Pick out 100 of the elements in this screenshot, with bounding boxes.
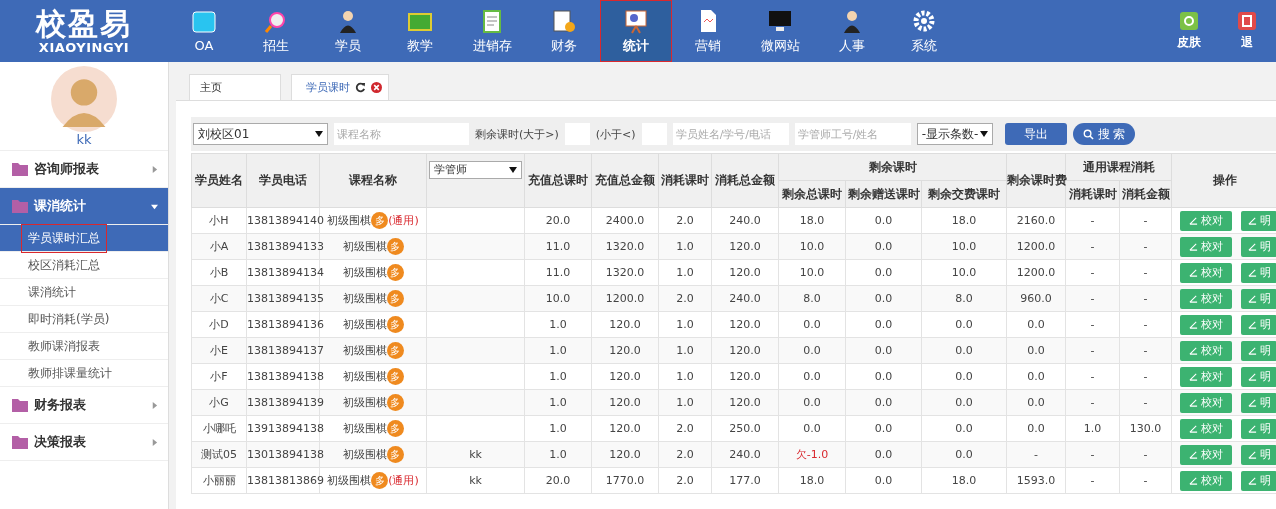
table-cell: 2.0	[658, 415, 712, 442]
gear-icon	[1179, 11, 1199, 31]
edit-icon	[1189, 320, 1198, 329]
action-button[interactable]: 明	[1241, 340, 1276, 361]
action-button[interactable]: 明	[1241, 314, 1276, 335]
edit-icon	[1247, 398, 1257, 407]
edit-icon	[1189, 424, 1198, 433]
table-cell: kk	[426, 441, 525, 468]
table-cell: 11.0	[524, 259, 592, 286]
sidebar-group[interactable]: 决策报表	[0, 424, 168, 461]
multi-badge: 多	[386, 238, 404, 255]
nav-item[interactable]: 微网站	[744, 0, 816, 62]
nav-item[interactable]: 进销存	[456, 0, 528, 62]
multi-badge: 多	[386, 368, 404, 385]
nav-item[interactable]: 招生	[240, 0, 312, 62]
edit-icon	[1189, 268, 1198, 277]
nav-item[interactable]: 人事	[816, 0, 888, 62]
search-icon	[1082, 128, 1094, 140]
table-cell: 20.0	[524, 467, 592, 494]
table-cell: 0.0	[1006, 415, 1066, 442]
edit-icon	[1189, 450, 1198, 459]
nav-item[interactable]: 教学	[384, 0, 456, 62]
nav-item[interactable]: 财务	[528, 0, 600, 62]
edit-icon	[1247, 346, 1257, 355]
action-button[interactable]: 校对	[1180, 340, 1232, 361]
table-cell: 2400.0	[591, 207, 659, 234]
course-name: 初级围棋	[342, 317, 387, 332]
nav-item[interactable]: OA	[168, 0, 240, 62]
action-button[interactable]: 明	[1241, 288, 1276, 309]
sidebar-item[interactable]: 课消统计	[0, 279, 168, 306]
close-icon[interactable]	[371, 82, 382, 93]
action-button[interactable]: 明	[1241, 470, 1276, 491]
action-button[interactable]: 明	[1241, 236, 1276, 257]
action-button[interactable]: 校对	[1180, 392, 1232, 413]
edit-icon	[1189, 294, 1198, 303]
sidebar-item[interactable]: 即时消耗(学员)	[0, 306, 168, 333]
course-name: 初级围棋	[342, 239, 387, 254]
action-button[interactable]: 明	[1241, 262, 1276, 283]
nav-item[interactable]: 统计	[600, 0, 672, 62]
nav-item[interactable]: 系统	[888, 0, 960, 62]
caret-icon	[151, 165, 158, 173]
column-header: 消耗课时	[658, 153, 712, 208]
action-button[interactable]: 明	[1241, 392, 1276, 413]
course-field[interactable]: 课程名称	[334, 123, 469, 145]
table-cell: 1.0	[658, 363, 712, 390]
action-button[interactable]: 校对	[1180, 470, 1232, 491]
action-button[interactable]: 校对	[1180, 210, 1232, 231]
column-header: 充值总课时	[524, 153, 592, 208]
table-cell: 1.0	[524, 415, 592, 442]
table-cell: 120.0	[711, 363, 779, 390]
nav-item[interactable]: 营销	[672, 0, 744, 62]
table-cell: kk	[426, 467, 525, 494]
course-name: 初级围棋	[342, 421, 387, 436]
edit-icon	[1247, 320, 1257, 329]
nav-item[interactable]: 退	[1218, 0, 1276, 62]
action-button[interactable]: 校对	[1180, 288, 1232, 309]
action-button[interactable]: 明	[1241, 210, 1276, 231]
nav-item[interactable]: 皮肤	[1160, 0, 1218, 62]
tab[interactable]: 主页	[189, 74, 281, 100]
action-button[interactable]: 明	[1241, 418, 1276, 439]
edit-icon	[1189, 398, 1198, 407]
multi-badge: 多	[386, 316, 404, 333]
action-button[interactable]: 明	[1241, 366, 1276, 387]
caret-icon	[151, 202, 158, 210]
nav-item[interactable]: 学员	[312, 0, 384, 62]
table-cell: -	[1065, 207, 1120, 234]
action-button[interactable]: 校对	[1180, 366, 1232, 387]
refresh-icon[interactable]	[355, 82, 366, 93]
table-cell: 0.0	[845, 285, 922, 312]
action-button[interactable]: 校对	[1180, 418, 1232, 439]
table-cell: 1200.0	[1006, 259, 1066, 286]
sidebar-item[interactable]: 学员课时汇总	[0, 225, 168, 252]
action-button[interactable]: 校对	[1180, 262, 1232, 283]
table-cell: 0.0	[845, 389, 922, 416]
table-cell: 18.0	[921, 207, 1007, 234]
edit-icon	[1247, 216, 1257, 225]
table-cell: 0.0	[845, 207, 922, 234]
general-tag: (通用)	[388, 473, 419, 488]
manager-field[interactable]: 学管师工号/姓名	[794, 123, 911, 145]
sidebar-group[interactable]: 课消统计	[0, 188, 168, 225]
table-cell: 1.0	[658, 311, 712, 338]
sidebar-item[interactable]: 教师课消报表	[0, 333, 168, 360]
action-button[interactable]: 校对	[1180, 314, 1232, 335]
export-button[interactable]: 导出	[1004, 123, 1067, 145]
page-size-select[interactable]: -显示条数-	[916, 123, 993, 145]
table-cell: 小F	[191, 363, 247, 390]
action-button[interactable]: 校对	[1180, 236, 1232, 257]
manager-select[interactable]: 学管师	[429, 160, 522, 179]
sidebar-group[interactable]: 财务报表	[0, 387, 168, 424]
tab[interactable]: 学员课时	[291, 74, 389, 100]
sidebar-item[interactable]: 教师排课量统计	[0, 360, 168, 387]
table-cell: 小哪吒	[191, 415, 247, 442]
campus-select[interactable]: 刘校区01	[193, 123, 328, 145]
sidebar-item[interactable]: 校区消耗汇总	[0, 252, 168, 279]
table-cell: -	[1065, 363, 1120, 390]
action-button[interactable]: 校对	[1180, 444, 1232, 465]
table-cell: 0.0	[845, 363, 922, 390]
action-button[interactable]: 明	[1241, 444, 1276, 465]
student-field[interactable]: 学员姓名/学号/电话	[672, 123, 789, 145]
search-button[interactable]: 搜 索	[1072, 123, 1136, 145]
